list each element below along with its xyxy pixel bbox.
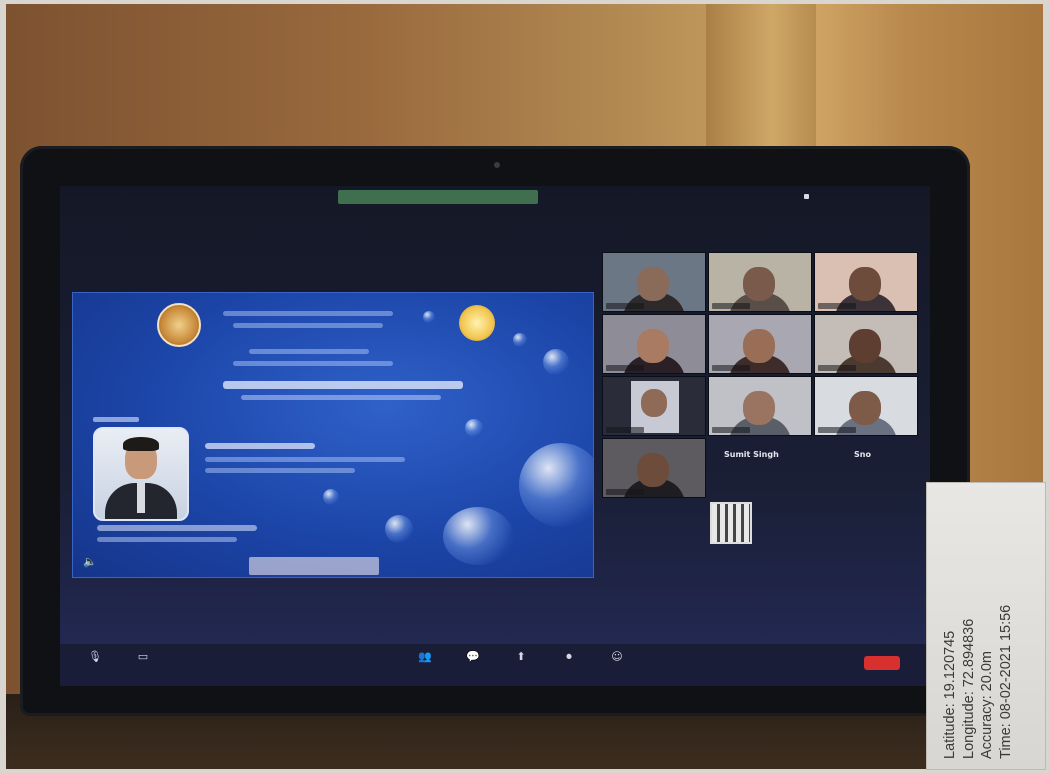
participant-nametag xyxy=(606,489,644,495)
slide-header-line xyxy=(233,323,383,328)
participant-face xyxy=(637,329,669,363)
geotag-sticker: Latitude: 19.120745 Longitude: 72.894836… xyxy=(926,482,1046,770)
participants-button[interactable]: 👥 xyxy=(410,650,440,680)
participant-name-label: Sno xyxy=(854,450,871,459)
participant-nametag xyxy=(712,303,750,309)
webcam xyxy=(494,162,500,168)
speaker-name-line xyxy=(205,443,315,449)
mute-button[interactable]: 🎙 xyxy=(80,650,110,680)
reactions-button[interactable]: ☺ xyxy=(602,650,632,680)
wall-panel xyxy=(706,4,816,154)
geotag-time: Time: 08-02-2021 15:56 xyxy=(997,604,1014,759)
participant-face xyxy=(743,329,775,363)
participant-gallery: Sumit Singh Sno xyxy=(602,252,920,552)
participant-nametag xyxy=(606,365,644,371)
participant-video-tile[interactable] xyxy=(602,252,706,312)
participant-face xyxy=(849,267,881,301)
institute-seal-logo xyxy=(157,303,201,347)
share-screen-button[interactable]: ⬆ xyxy=(506,650,536,680)
speaker-role-line xyxy=(205,457,405,462)
participant-video-tile[interactable] xyxy=(814,314,918,374)
recording-indicator[interactable] xyxy=(338,190,538,204)
participant-face xyxy=(637,267,669,301)
slide-subtitle xyxy=(241,395,441,400)
qr-code-avatar xyxy=(710,502,752,544)
geotag-accuracy: Accuracy: 20.0m xyxy=(979,651,995,759)
speaker-tie xyxy=(137,483,145,513)
speaker-tag xyxy=(93,417,139,422)
participant-nametag xyxy=(818,427,856,433)
participant-face xyxy=(637,453,669,487)
participant-face xyxy=(849,329,881,363)
participants-icon: 👥 xyxy=(418,650,432,663)
participant-face xyxy=(743,267,775,301)
slide-header-line xyxy=(223,311,393,316)
participant-nametag xyxy=(606,303,644,309)
record-button[interactable]: ⏺ xyxy=(554,650,584,680)
geotag-latitude: Latitude: 19.120745 xyxy=(942,630,958,759)
participant-video-tile[interactable] xyxy=(602,438,706,498)
participant-nametag xyxy=(712,427,750,433)
zoom-meeting-screen: 🔈 Sumit Singh Sno 🎙 ▭ 👥 💬 ⬆ ⏺ ☺ xyxy=(60,186,930,686)
microphone-icon: 🎙 xyxy=(88,650,102,663)
participant-name-label: Sumit Singh xyxy=(724,450,779,459)
decorative-bubble xyxy=(423,311,435,323)
decorative-bubble xyxy=(543,349,569,375)
speaker-org-line xyxy=(205,468,355,473)
laptop: 🔈 Sumit Singh Sno 🎙 ▭ 👥 💬 ⬆ ⏺ ☺ xyxy=(20,146,970,716)
decorative-bubble xyxy=(465,419,483,437)
participant-video-tile[interactable] xyxy=(708,314,812,374)
participant-video-tile[interactable] xyxy=(602,376,706,436)
participant-nametag xyxy=(818,303,856,309)
slide-venue-line xyxy=(97,537,237,542)
video-button[interactable]: ▭ xyxy=(128,650,158,680)
partner-logo-strip xyxy=(249,557,379,575)
participant-face xyxy=(641,389,667,417)
chat-button[interactable]: 💬 xyxy=(458,650,488,680)
participant-video-tile[interactable] xyxy=(814,376,918,436)
participant-video-tile[interactable] xyxy=(814,252,918,312)
speaker-hair xyxy=(123,437,159,451)
end-meeting-button[interactable] xyxy=(864,656,900,670)
photo-frame: 🔈 Sumit Singh Sno 🎙 ▭ 👥 💬 ⬆ ⏺ ☺ xyxy=(6,4,1043,769)
slide-header-line xyxy=(233,361,393,366)
decorative-bubble xyxy=(443,507,513,565)
slide-date-line xyxy=(97,525,257,531)
speaker-icon[interactable]: 🔈 xyxy=(83,555,97,568)
decorative-bubble xyxy=(385,515,413,543)
meeting-toolbar: 🎙 ▭ 👥 💬 ⬆ ⏺ ☺ xyxy=(60,644,930,686)
share-screen-icon: ⬆ xyxy=(516,650,526,663)
chat-icon: 💬 xyxy=(466,650,480,663)
slide-header-line xyxy=(249,349,369,354)
participant-face xyxy=(743,391,775,425)
participant-nametag xyxy=(818,365,856,371)
participant-video-tile[interactable] xyxy=(708,376,812,436)
camera-icon: ▭ xyxy=(137,650,149,663)
participant-video-tile[interactable] xyxy=(708,252,812,312)
participant-nametag xyxy=(712,365,750,371)
decorative-bubble xyxy=(513,333,527,347)
meeting-topbar xyxy=(60,186,930,208)
geotag-text-block: Latitude: 19.120745 Longitude: 72.894836… xyxy=(941,489,1015,759)
speaker-photo xyxy=(93,427,189,521)
view-toggle-icon[interactable] xyxy=(804,194,809,199)
decorative-bubble xyxy=(323,489,339,505)
decorative-bubble xyxy=(519,443,593,527)
shared-screen-slide: 🔈 xyxy=(72,292,594,578)
record-icon: ⏺ xyxy=(566,650,572,663)
participant-face xyxy=(849,391,881,425)
participant-nametag xyxy=(606,427,644,433)
geotag-longitude: Longitude: 72.894836 xyxy=(960,618,977,759)
slide-title xyxy=(223,381,463,389)
reactions-icon: ☺ xyxy=(611,650,623,663)
emblem-logo xyxy=(459,305,495,341)
participant-video-tile[interactable] xyxy=(602,314,706,374)
